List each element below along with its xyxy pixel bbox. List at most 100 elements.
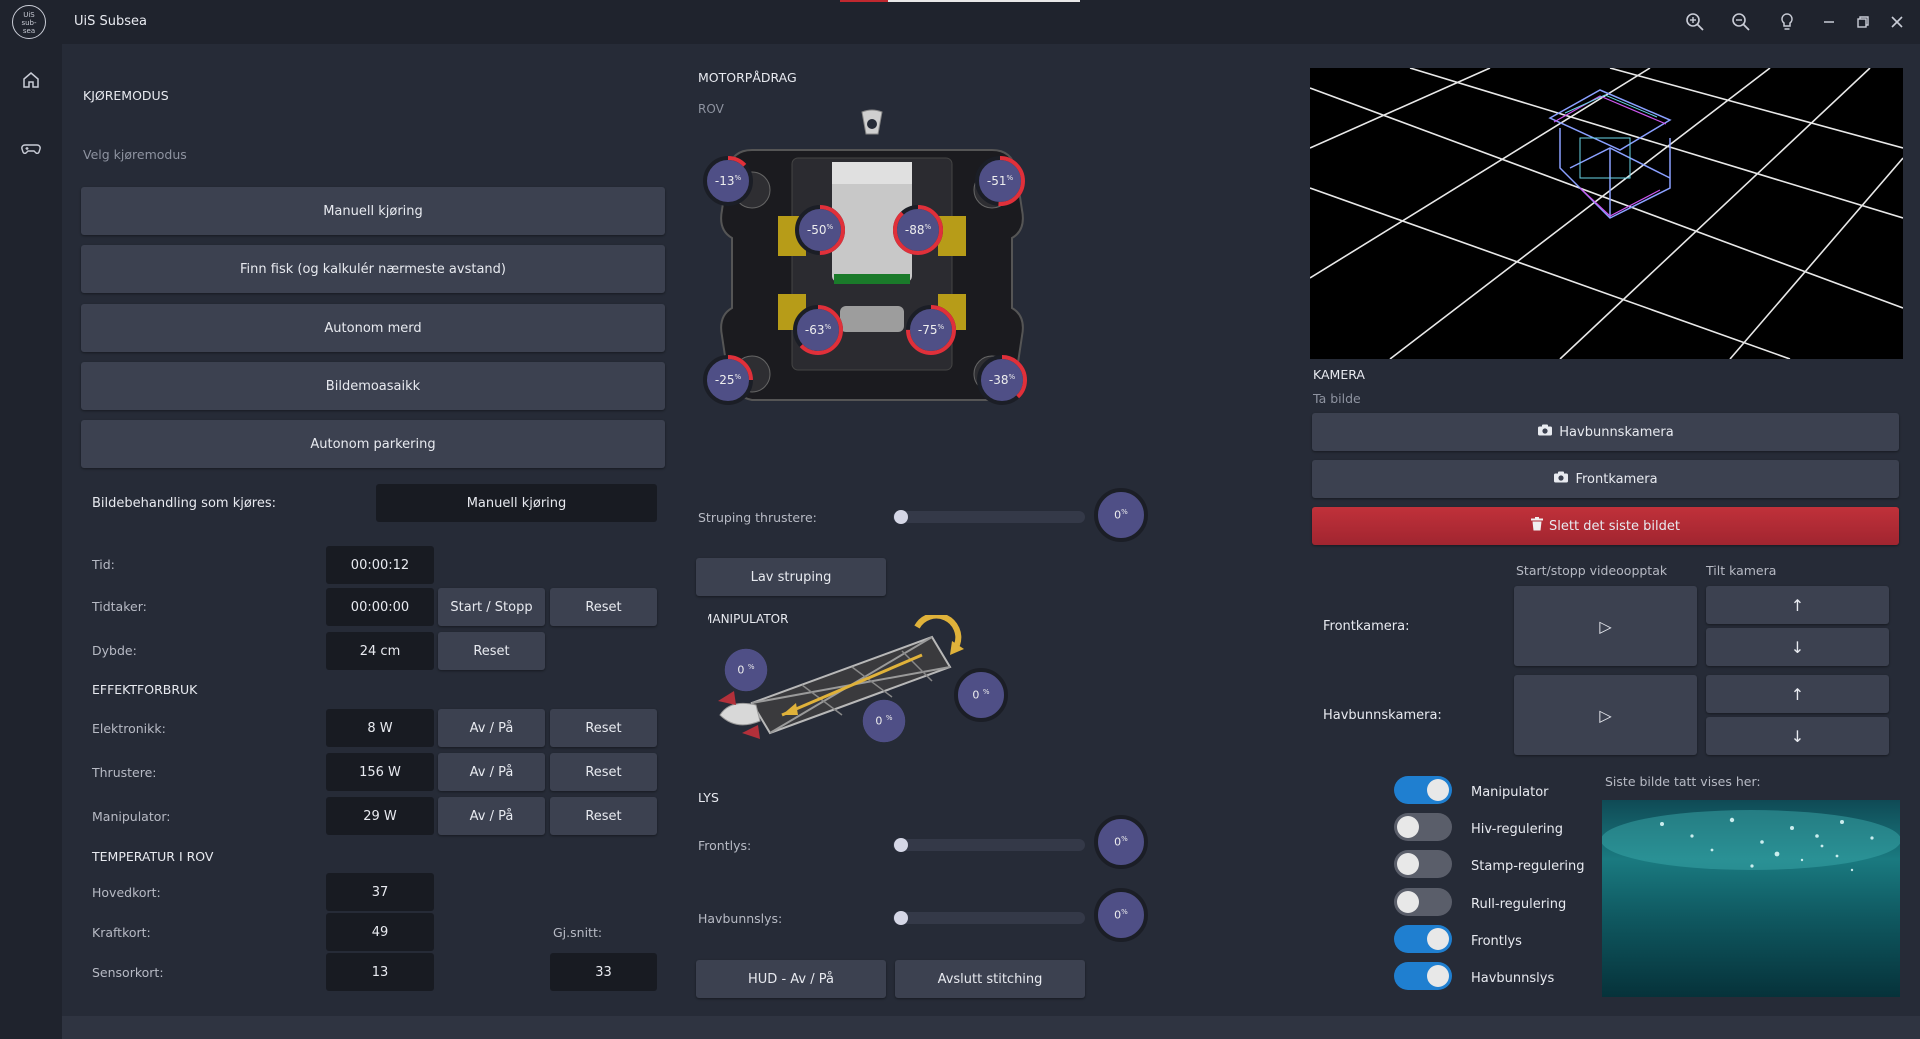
mode-autonomous-pen-button[interactable]: Autonom merd [81,304,665,352]
temp-sensor-label: Sensorkort: [92,965,164,980]
gamepad-icon[interactable] [19,136,43,160]
bottom-camera-tilt-up-button[interactable]: ↑ [1706,675,1889,713]
bottom-camera-label: Havbunnskamera: [1323,708,1442,723]
power-thrusters-reset-button[interactable]: Reset [550,753,657,791]
low-throttle-button[interactable]: Lav struping [696,558,886,596]
toggle-pitch-regulation-label: Stamp-regulering [1471,859,1585,874]
manipulator-unit-1: % [747,663,755,672]
app-logo: UiS sub-sea [12,5,46,39]
toggle-front-light[interactable] [1394,925,1452,953]
thruster-unit: % [734,373,742,381]
thruster-gauge: -88% [893,205,943,255]
thruster-unit: % [826,223,834,231]
processing-value: Manuell kjøring [376,484,657,522]
thruster-gauge: -13% [703,156,753,206]
throttle-slider-handle[interactable] [894,510,908,524]
time-label: Tid: [92,557,115,572]
temp-power-value: 49 [326,913,434,951]
front-camera-record-button[interactable]: ▷ [1514,586,1697,666]
temp-sensor-value: 13 [326,953,434,991]
depth-reset-button[interactable]: Reset [438,632,545,670]
manipulator-gauge-3: 0 % [954,668,1008,722]
stopwatch-startstop-button[interactable]: Start / Stopp [438,588,545,626]
stopwatch-reset-button[interactable]: Reset [550,588,657,626]
bottom-light-label: Havbunnslys: [698,911,783,926]
zoom-out-icon[interactable] [1729,10,1753,34]
power-manipulator-reset-button[interactable]: Reset [550,797,657,835]
record-header: Start/stopp videoopptak [1516,563,1668,578]
manipulator-gauge-1: 0 % [722,646,770,694]
thruster-unit: % [924,223,932,231]
bottom-camera-tilt-down-button[interactable]: ↓ [1706,717,1889,755]
power-electronics-toggle-button[interactable]: Av / På [438,709,545,747]
thruster-unit: % [824,323,832,331]
delete-last-image-button[interactable]: Slett det siste bildet [1312,507,1899,545]
toggle-bottom-light[interactable] [1394,962,1452,990]
capture-front-camera-button[interactable]: Frontkamera [1312,460,1899,498]
toggle-pitch-regulation[interactable] [1394,850,1452,878]
toggle-heave-regulation-label: Hiv-regulering [1471,822,1564,837]
end-stitching-button[interactable]: Avslutt stitching [895,960,1085,998]
manipulator-value-2: 0 [875,714,883,728]
mode-manual-button[interactable]: Manuell kjøring [81,187,665,235]
thruster-value: -25 [714,373,735,387]
throttle-gauge: 0% [1094,488,1148,542]
front-camera-label: Frontkamera: [1323,619,1410,634]
bottom-light-unit: % [1121,908,1128,917]
restore-icon[interactable] [1851,10,1875,34]
close-icon[interactable] [1885,10,1909,34]
power-thrusters-toggle-button[interactable]: Av / På [438,753,545,791]
temp-power-label: Kraftkort: [92,925,151,940]
hud-toggle-button[interactable]: HUD - Av / På [696,960,886,998]
front-camera-tilt-up-button[interactable]: ↑ [1706,586,1889,624]
front-light-slider-handle[interactable] [894,838,908,852]
power-manipulator-label: Manipulator: [92,809,171,824]
loading-indicator [840,0,888,2]
power-manipulator-toggle-button[interactable]: Av / På [438,797,545,835]
manipulator-value-3: 0 [972,688,980,702]
toggle-manipulator[interactable] [1394,776,1452,804]
toggle-roll-regulation[interactable] [1394,888,1452,916]
thruster-value: -88 [904,223,925,237]
thruster-gauge: -25% [703,355,753,405]
toggle-heave-regulation[interactable] [1394,813,1452,841]
front-light-slider[interactable] [893,839,1085,851]
thruster-value: -51 [986,174,1007,188]
minimize-icon[interactable] [1817,10,1841,34]
sidebar [0,44,62,1039]
loading-indicator-track [888,0,1080,2]
throttle-unit: % [1121,508,1128,517]
drive-mode-subtitle: Velg kjøremodus [83,147,187,162]
capture-bottom-camera-button[interactable]: Havbunnskamera [1312,413,1899,451]
manipulator-value-1: 0 [737,663,745,677]
rov-3d-view[interactable] [1309,67,1904,360]
time-value: 00:00:12 [326,546,434,584]
camera-icon [1553,471,1569,487]
power-electronics-reset-button[interactable]: Reset [550,709,657,747]
zoom-in-icon[interactable] [1683,10,1707,34]
thruster-value: -13 [714,174,735,188]
manipulator-gauge-2: 0 % [860,697,908,745]
throttle-slider[interactable] [893,511,1085,523]
mode-photo-mosaic-button[interactable]: Bildemoasaikk [81,362,665,410]
bottom-camera-record-button[interactable]: ▷ [1514,675,1697,755]
status-bar [62,1016,1920,1039]
thruster-unit: % [1008,373,1016,381]
toggle-manipulator-label: Manipulator [1471,785,1549,800]
front-camera-tilt-down-button[interactable]: ↓ [1706,628,1889,666]
thruster-value: -63 [804,323,825,337]
throttle-label: Struping thrustere: [698,510,817,525]
last-image-label: Siste bilde tatt vises her: [1605,774,1761,789]
depth-value: 24 cm [326,632,434,670]
toggle-front-light-label: Frontlys [1471,934,1522,949]
mode-autonomous-parking-button[interactable]: Autonom parkering [81,420,665,468]
bottom-light-slider-handle[interactable] [894,911,908,925]
camera-subtitle: Ta bilde [1313,391,1361,406]
camera-title: KAMERA [1313,367,1365,382]
mode-find-fish-button[interactable]: Finn fisk (og kalkulér nærmeste avstand) [81,245,665,293]
home-icon[interactable] [19,68,43,92]
front-light-label: Frontlys: [698,838,752,853]
bottom-light-slider[interactable] [893,912,1085,924]
power-electronics-label: Elektronikk: [92,721,166,736]
lightbulb-icon[interactable] [1775,10,1799,34]
